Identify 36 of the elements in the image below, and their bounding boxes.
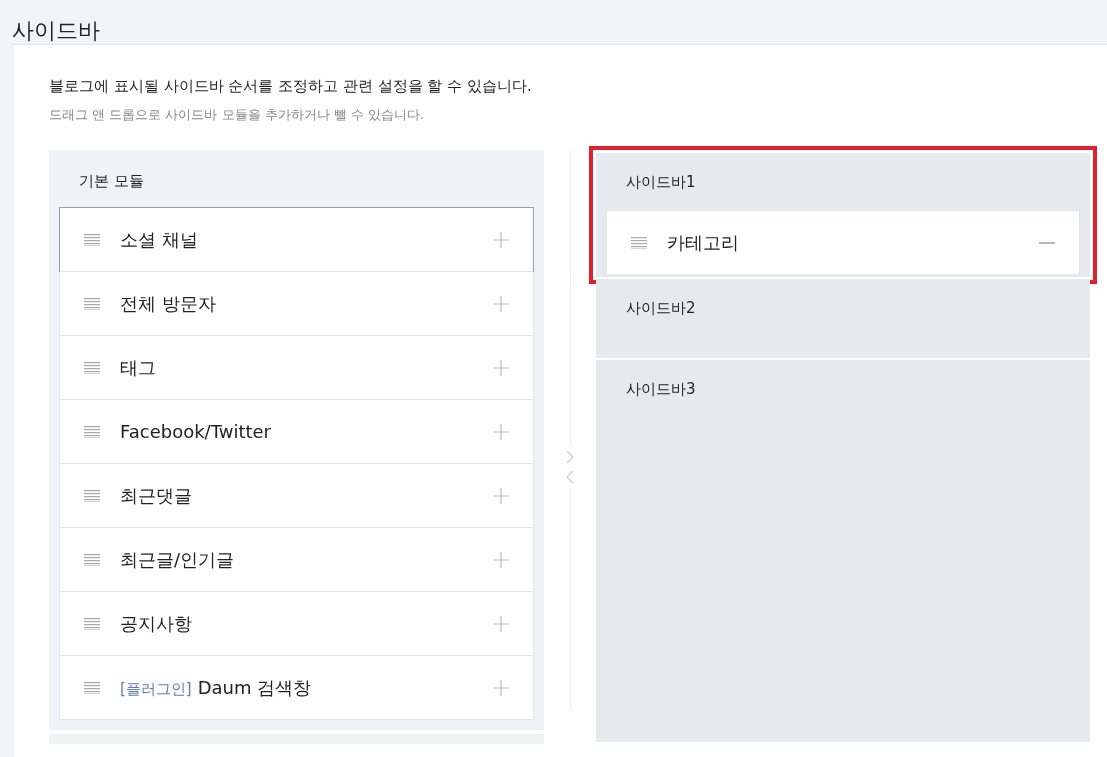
- module-label: [플러그인] Daum 검색창: [120, 675, 313, 700]
- add-icon[interactable]: [493, 359, 509, 376]
- add-icon[interactable]: [493, 679, 509, 696]
- sidebar-title: 사이드바3: [625, 379, 697, 400]
- add-icon[interactable]: [493, 615, 509, 632]
- add-icon[interactable]: [493, 551, 509, 568]
- module-label: 소셜 채널: [120, 227, 199, 252]
- module-label: 공지사항: [120, 611, 193, 636]
- module-label: 최근댓글: [120, 483, 193, 508]
- remove-icon[interactable]: [1039, 241, 1055, 244]
- arrows-icon[interactable]: [565, 449, 575, 485]
- drag-handle-icon[interactable]: [84, 553, 100, 566]
- drag-handle-icon[interactable]: [84, 425, 100, 438]
- drag-handle-icon[interactable]: [84, 681, 100, 694]
- module-label: 전체 방문자: [120, 291, 217, 316]
- page-title: 사이드바: [11, 17, 101, 44]
- hint-text: 드래그 앤 드롭으로 사이드바 모듈을 추가하거나 뺄 수 있습니다.: [49, 106, 426, 124]
- drag-handle-icon[interactable]: [84, 361, 100, 374]
- module-label: 태그: [120, 355, 157, 380]
- drag-handle-icon[interactable]: [84, 297, 100, 310]
- panel-title: 기본 모듈: [78, 171, 145, 192]
- drag-handle-icon[interactable]: [631, 236, 647, 249]
- sidebar-title: 사이드바1: [625, 172, 697, 193]
- sidebar-title: 사이드바2: [625, 298, 697, 319]
- drag-handle-icon[interactable]: [84, 617, 100, 630]
- description-text: 블로그에 표시될 사이드바 순서를 조정하고 관련 설정을 할 수 있습니다.: [49, 77, 533, 96]
- drag-handle-icon[interactable]: [84, 233, 100, 246]
- module-label: Facebook/Twitter: [120, 421, 272, 442]
- drag-handle-icon[interactable]: [84, 489, 100, 502]
- add-icon[interactable]: [493, 423, 509, 440]
- add-icon[interactable]: [493, 231, 509, 248]
- module-label: 카테고리: [667, 230, 740, 255]
- sidebar-item[interactable]: 카테고리: [606, 210, 1080, 275]
- add-icon[interactable]: [493, 487, 509, 504]
- module-label: 최근글/인기글: [120, 547, 236, 572]
- add-icon[interactable]: [493, 295, 509, 312]
